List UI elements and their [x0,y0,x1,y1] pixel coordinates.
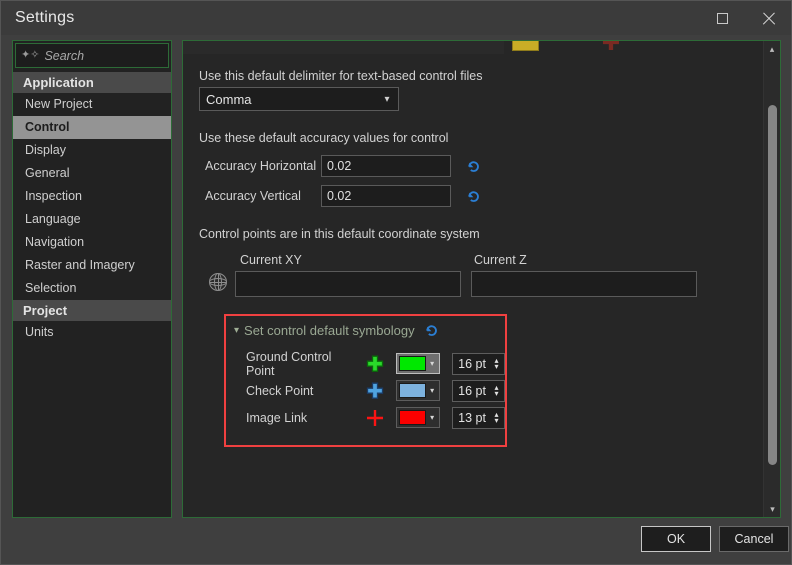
title-bar: Settings [1,1,791,35]
current-xy-input[interactable] [235,271,461,297]
symbology-chevron-down-icon[interactable]: ▾ [234,325,239,336]
ground-control-point-color-swatch [398,356,426,371]
spinner-up-down-icon[interactable]: ▴ ▾ [489,383,504,397]
ground-control-point-color-picker[interactable]: ▾ [395,353,440,374]
ground-control-point-size-stepper[interactable]: 16 pt ▴ ▾ [451,352,505,375]
window-title: Settings [15,9,75,26]
sidebar-group-application: Application [13,72,171,93]
accuracy-section-label: Use these default accuracy values for co… [199,131,449,145]
scrolled-off-content-strip: ✚ [183,41,763,54]
sparkle-icon: ✦✧ [21,49,40,61]
accuracy-vertical-input[interactable] [321,185,451,207]
symbology-reset-revert-icon[interactable] [423,322,440,339]
green-cross-marker-icon [361,354,390,374]
close-button[interactable] [745,1,791,35]
search-box[interactable]: ✦✧ ▾ [15,43,220,68]
symbology-highlight-box: ▾ Set control default symbology Ground C… [224,314,507,447]
image-link-chevron-down-icon: ▾ [430,413,435,422]
delimiter-label: Use this default delimiter for text-base… [199,69,483,83]
scrolled-off-color-swatch [512,41,539,51]
ground-control-point-chevron-down-icon: ▾ [430,359,435,368]
symbology-row-image-link: Image Link ▾ 13 pt ▴ ▾ [246,404,505,431]
sidebar-item-display[interactable]: Display [13,139,171,162]
scroll-up-chevron-up-icon[interactable]: ▴ [764,41,780,57]
check-point-size-value: 16 pt [458,383,486,398]
image-link-size-stepper[interactable]: 13 pt ▴ ▾ [451,406,505,429]
close-x-icon [761,11,776,26]
check-point-color-swatch [398,383,426,398]
sidebar-item-raster-and-imagery[interactable]: Raster and Imagery [13,254,171,277]
coordinate-system-label: Control points are in this default coord… [199,227,480,241]
sidebar-item-new-project[interactable]: New Project [13,93,171,116]
image-link-color-picker[interactable]: ▾ [395,407,440,428]
spinner-up-down-icon[interactable]: ▴ ▾ [489,410,504,424]
accuracy-vertical-reset-revert-icon[interactable] [465,188,482,205]
settings-dialog: Settings ✦✧ ▾ Application New Project Co… [0,0,792,565]
accuracy-horizontal-input[interactable] [321,155,451,177]
sidebar-item-general[interactable]: General [13,162,171,185]
symbology-row-check-point: Check Point ▾ 16 pt ▴ ▾ [246,377,505,404]
blue-cross-marker-icon [361,381,390,401]
sidebar-group-project: Project [13,300,171,321]
delimiter-combobox[interactable]: Comma ▾ [199,87,399,111]
content-vertical-scrollbar[interactable]: ▴ ▾ [763,41,780,517]
current-z-input[interactable] [471,271,697,297]
current-z-label: Current Z [474,253,527,267]
sidebar-nav-list: Application New Project Control Display … [13,72,171,344]
settings-content-panel: ✚ Use this default delimiter for text-ba… [182,40,781,518]
scrollbar-thumb[interactable] [768,105,777,465]
current-xy-label: Current XY [240,253,302,267]
accuracy-vertical-row: Accuracy Vertical [205,185,482,207]
delimiter-chevron-down-icon: ▾ [384,93,390,105]
settings-sidebar: ✦✧ ▾ Application New Project Control Dis… [12,40,220,518]
cancel-button[interactable]: Cancel [719,526,789,552]
image-link-size-value: 13 pt [458,410,486,425]
spinner-up-down-icon[interactable]: ▴ ▾ [489,356,504,370]
image-link-color-swatch [398,410,426,425]
sidebar-item-control[interactable]: Control [13,116,171,139]
dialog-footer: OK Cancel [1,518,791,564]
check-point-size-stepper[interactable]: 16 pt ▴ ▾ [451,379,505,402]
ground-control-point-label: Ground Control Point [246,349,332,378]
delimiter-value: Comma [206,91,252,107]
sidebar-item-navigation[interactable]: Navigation [13,231,171,254]
accuracy-horizontal-reset-revert-icon[interactable] [465,158,482,175]
symbology-header-label: Set control default symbology [244,323,415,338]
accuracy-horizontal-row: Accuracy Horizontal [205,155,482,177]
scrolled-off-row [183,41,504,54]
sidebar-item-language[interactable]: Language [13,208,171,231]
sidebar-item-inspection[interactable]: Inspection [13,185,171,208]
maximize-square-icon [716,12,728,24]
accuracy-vertical-label: Accuracy Vertical [205,189,301,203]
red-cross-marker-icon [361,408,390,428]
check-point-chevron-down-icon: ▾ [430,386,435,395]
globe-icon [209,273,227,291]
sidebar-item-units[interactable]: Units [13,321,171,344]
accuracy-horizontal-label: Accuracy Horizontal [205,159,317,173]
window-controls [699,1,791,35]
symbology-section-header[interactable]: ▾ Set control default symbology [234,322,505,339]
maximize-button[interactable] [699,1,745,35]
ground-control-point-size-value: 16 pt [458,356,486,371]
image-link-label: Image Link [246,410,308,425]
ok-button[interactable]: OK [641,526,711,552]
check-point-label: Check Point [246,383,314,398]
check-point-color-picker[interactable]: ▾ [395,380,440,401]
symbology-row-ground-control-point: Ground Control Point ▾ 16 pt ▴ ▾ [246,349,505,378]
scroll-down-chevron-down-icon[interactable]: ▾ [764,501,780,517]
scrollbar-track[interactable] [764,57,780,501]
sidebar-item-selection[interactable]: Selection [13,277,171,300]
scrolled-off-dark-red-cross-marker-icon: ✚ [601,41,621,52]
